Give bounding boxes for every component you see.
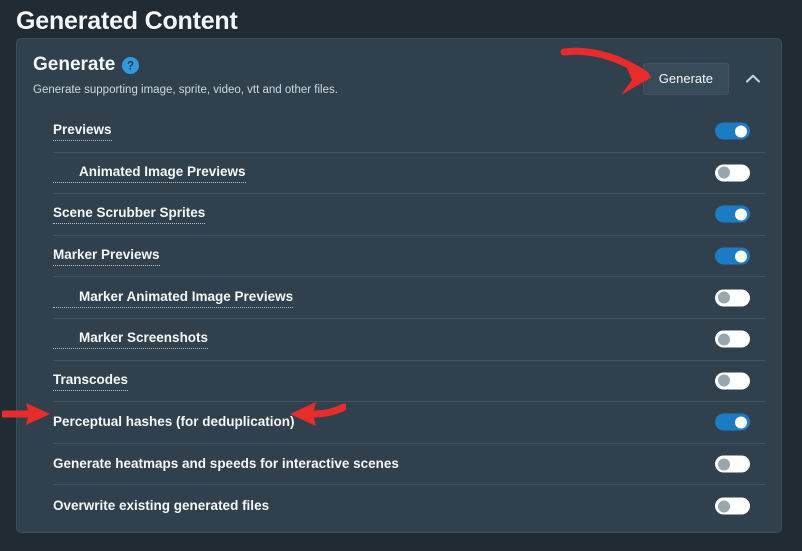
toggle-knob [735,416,747,429]
generate-settings-panel: Generate ? Generate supporting image, sp… [16,38,782,533]
setting-toggle[interactable] [715,330,750,348]
setting-toggle[interactable] [715,455,750,473]
setting-label[interactable]: Scene Scrubber Sprites [53,204,206,225]
setting-row: Overwrite existing generated files [53,485,765,527]
setting-row: Transcodes [53,361,765,403]
page-title: Generated Content [16,7,238,35]
setting-row: Marker Animated Image Previews [53,277,765,319]
setting-row: Marker Screenshots [53,319,765,361]
setting-toggle[interactable] [715,247,750,265]
setting-label[interactable]: Marker Animated Image Previews [53,288,294,308]
setting-row: Perceptual hashes (for deduplication) [53,402,765,444]
toggle-knob [735,250,747,263]
setting-row: Previews [53,111,765,153]
setting-row: Marker Previews [53,236,765,278]
section-title: Generate [33,54,116,75]
toggle-knob [735,125,747,138]
setting-label[interactable]: Animated Image Previews [53,163,246,183]
toggle-knob [718,333,730,346]
setting-toggle[interactable] [715,289,750,307]
panel-header: Generate ? Generate supporting image, sp… [33,53,765,109]
setting-label[interactable]: Marker Previews [53,246,160,267]
toggle-knob [718,374,730,387]
setting-row: Animated Image Previews [53,153,765,195]
generate-button[interactable]: Generate [642,63,729,95]
toggle-knob [718,500,730,513]
setting-row: Scene Scrubber Sprites [53,194,765,236]
toggle-knob [718,166,730,179]
setting-label: Overwrite existing generated files [53,498,270,514]
setting-toggle[interactable] [715,205,750,223]
setting-toggle[interactable] [715,164,750,182]
setting-toggle[interactable] [715,372,750,390]
chevron-up-icon[interactable] [741,67,765,91]
setting-row: Generate heatmaps and speeds for interac… [53,444,765,486]
panel-header-actions: Generate [642,63,765,95]
toggle-knob [735,208,747,221]
setting-label[interactable]: Previews [53,121,112,142]
svg-text:?: ? [127,60,134,72]
setting-label: Perceptual hashes (for deduplication) [53,414,295,430]
settings-list: Previews Animated Image Previews Scene Scr… [33,111,765,527]
toggle-knob [718,291,730,304]
question-circle-icon[interactable]: ? [122,56,140,74]
setting-toggle[interactable] [715,413,750,431]
toggle-knob [718,458,730,471]
setting-label[interactable]: Marker Screenshots [53,329,209,350]
setting-label[interactable]: Transcodes [53,371,129,391]
setting-toggle[interactable] [715,497,750,515]
setting-label: Generate heatmaps and speeds for interac… [53,456,399,472]
setting-toggle[interactable] [715,122,750,140]
